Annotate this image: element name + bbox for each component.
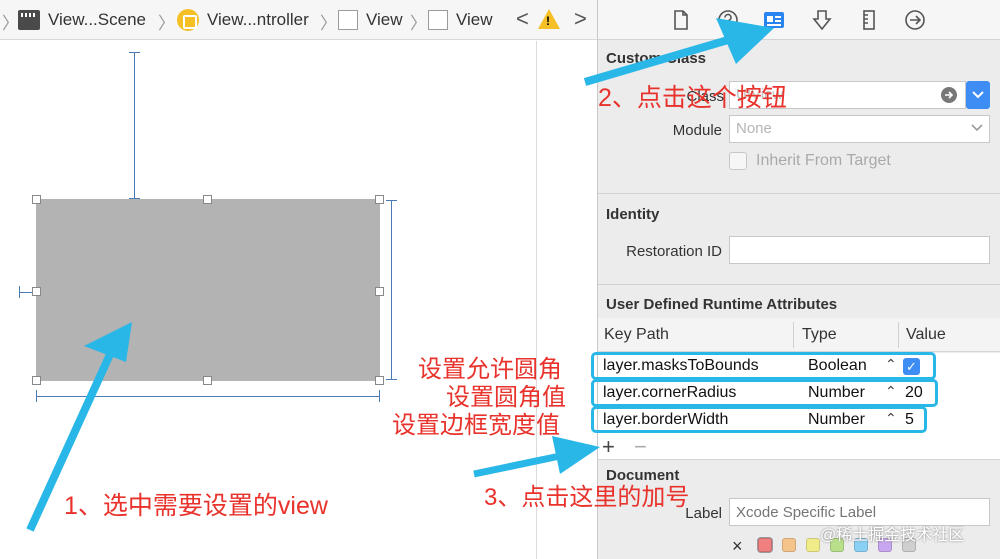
annotation-step2: 2、点击这个按钮 — [598, 84, 787, 112]
section-divider — [598, 284, 1000, 285]
inspector-tabs — [598, 0, 1000, 40]
chevron-right-icon: 〉 — [320, 14, 337, 33]
chevron-down-icon — [972, 91, 984, 99]
constraint-cap — [386, 200, 397, 201]
constraint-cap — [129, 52, 140, 53]
restoration-id-field[interactable] — [729, 236, 990, 264]
breadcrumb: 〉 View...Scene 〉 View...ntroller 〉 View … — [0, 0, 597, 40]
identity-title: Identity — [606, 206, 660, 223]
resize-handle-top-left[interactable] — [32, 195, 41, 204]
height-constraint-guide — [391, 200, 392, 380]
table-row-empty — [598, 434, 1000, 460]
color-swatch[interactable] — [782, 538, 796, 552]
breadcrumb-item-view-selected[interactable]: View — [428, 8, 493, 32]
add-attribute-button[interactable]: + — [602, 434, 615, 460]
resize-handle-bottom-left[interactable] — [32, 376, 41, 385]
inherit-checkbox[interactable] — [729, 152, 747, 170]
resize-handle-left[interactable] — [32, 287, 41, 296]
breadcrumb-item-controller[interactable]: View...ntroller — [177, 8, 309, 32]
nav-forward-button[interactable]: > — [574, 6, 587, 32]
scene-icon — [18, 10, 40, 30]
column-divider — [793, 322, 794, 348]
resize-handle-right[interactable] — [375, 287, 384, 296]
view-icon — [428, 10, 448, 30]
chevron-right-icon: 〉 — [410, 14, 427, 33]
color-swatch[interactable] — [806, 538, 820, 552]
breadcrumb-item-scene[interactable]: View...Scene — [18, 8, 146, 32]
view-controller-icon — [177, 9, 199, 31]
attributes-icon[interactable] — [811, 9, 833, 31]
size-icon[interactable] — [858, 9, 880, 31]
module-field[interactable]: None — [729, 115, 990, 143]
constraint-cap — [36, 390, 37, 402]
column-divider — [898, 322, 899, 348]
breadcrumb-label: View — [456, 10, 493, 29]
annotation-step1: 1、选中需要设置的view — [64, 492, 328, 520]
breadcrumb-label: View — [366, 10, 403, 29]
annotation-step3: 3、点击这里的加号 — [484, 484, 690, 511]
resize-handle-bottom[interactable] — [203, 376, 212, 385]
breadcrumb-label: View...ntroller — [207, 10, 309, 29]
highlight-box — [591, 352, 936, 380]
inherit-label: Inherit From Target — [756, 152, 891, 169]
remove-attribute-button[interactable]: − — [634, 434, 647, 460]
resize-handle-bottom-right[interactable] — [375, 376, 384, 385]
arrow-right-circle-icon[interactable] — [940, 86, 958, 104]
view-icon — [338, 10, 358, 30]
class-dropdown-button[interactable] — [966, 81, 990, 109]
column-type[interactable]: Type — [802, 326, 837, 344]
chevron-right-icon: 〉 — [2, 14, 19, 33]
column-value[interactable]: Value — [906, 326, 946, 344]
top-constraint-guide — [134, 52, 135, 199]
highlight-box — [591, 406, 927, 433]
chevron-down-icon — [971, 124, 983, 132]
constraint-cap — [19, 286, 20, 298]
breadcrumb-item-view[interactable]: View — [338, 8, 403, 32]
identity-icon[interactable] — [763, 9, 785, 31]
annotation-border-value: 设置边框宽度值 — [392, 412, 560, 439]
color-swatch[interactable] — [758, 538, 772, 552]
runtime-attributes-header: Key Path Type Value — [598, 318, 1000, 352]
constraint-cap — [379, 390, 380, 402]
runtime-attributes-title: User Defined Runtime Attributes — [606, 296, 838, 313]
help-icon[interactable] — [717, 9, 739, 31]
breadcrumb-label: View...Scene — [48, 10, 146, 29]
clear-color-button[interactable]: × — [732, 536, 743, 557]
connections-icon[interactable] — [904, 9, 926, 31]
restoration-id-label: Restoration ID — [626, 243, 722, 260]
file-icon[interactable] — [670, 9, 692, 31]
constraint-cap — [386, 379, 397, 380]
selected-view[interactable] — [36, 199, 380, 381]
chevron-right-icon: 〉 — [158, 14, 175, 33]
width-constraint-guide — [36, 396, 380, 397]
watermark: @稀土掘金技术社区 — [820, 527, 965, 544]
section-divider — [598, 193, 1000, 194]
warning-icon[interactable]: ! — [538, 9, 560, 29]
module-label: Module — [672, 122, 722, 139]
column-key-path[interactable]: Key Path — [604, 326, 669, 344]
resize-handle-top-right[interactable] — [375, 195, 384, 204]
custom-class-title: Custom Class — [606, 50, 707, 67]
highlight-box — [591, 379, 938, 407]
nav-back-button[interactable]: < — [516, 6, 529, 32]
resize-handle-top[interactable] — [203, 195, 212, 204]
